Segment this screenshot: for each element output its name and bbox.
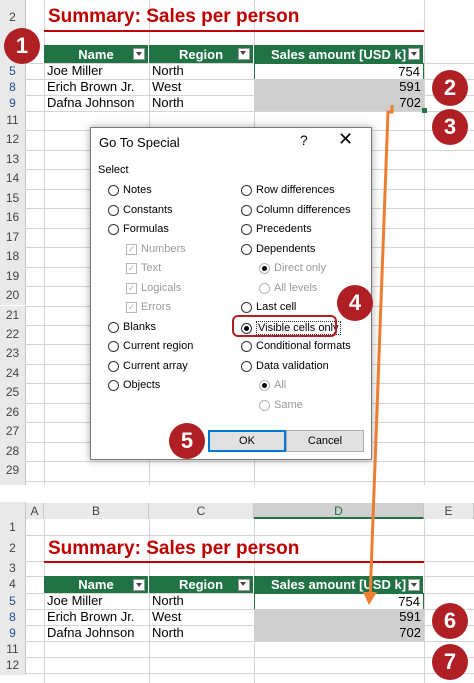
step-badge-5: 5 xyxy=(169,423,205,459)
step-badge-7: 7 xyxy=(432,644,468,680)
arrow-line xyxy=(368,105,394,601)
step-badge-1: 1 xyxy=(4,28,40,64)
step-badge-3: 3 xyxy=(432,109,468,145)
step-badge-6: 6 xyxy=(432,603,468,639)
arrow-head-icon xyxy=(363,592,377,605)
connector-arrow xyxy=(363,105,394,605)
step-badge-4: 4 xyxy=(337,285,373,321)
step-badge-2: 2 xyxy=(432,70,468,106)
